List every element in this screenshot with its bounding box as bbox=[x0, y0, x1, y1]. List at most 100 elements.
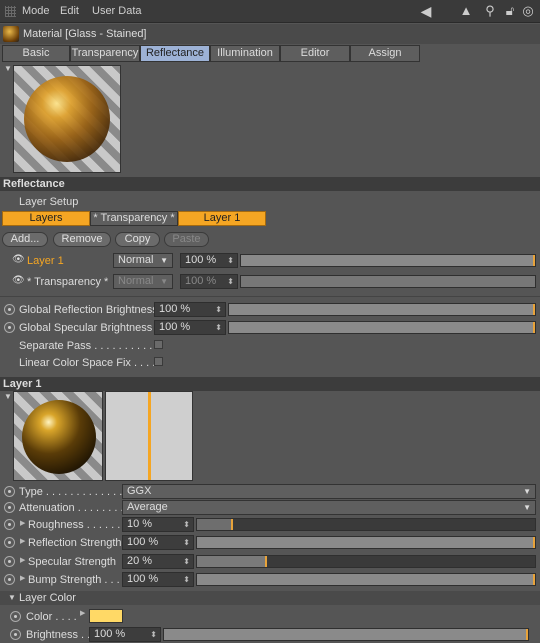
setup-tab-layer1[interactable]: Layer 1 bbox=[178, 211, 266, 226]
setup-tab-layers[interactable]: Layers bbox=[2, 211, 90, 226]
tab-transparency[interactable]: Transparency bbox=[70, 45, 140, 62]
layer-transparency-slider[interactable] bbox=[240, 275, 536, 288]
animate-radio-icon[interactable] bbox=[4, 502, 15, 513]
bump-strength-value: 100 % bbox=[127, 573, 159, 585]
animate-radio-icon[interactable] bbox=[4, 519, 15, 530]
global-reflection-field[interactable]: 100 % ⬍ bbox=[154, 302, 226, 317]
tab-editor[interactable]: Editor bbox=[280, 45, 350, 62]
layer-1-mode-value: Normal bbox=[118, 254, 154, 266]
global-specular-field[interactable]: 100 % ⬍ bbox=[154, 320, 226, 335]
layer-1-slider[interactable] bbox=[240, 254, 536, 267]
layer-1-name[interactable]: Layer 1 bbox=[27, 255, 64, 267]
reflection-strength-slider[interactable] bbox=[196, 536, 536, 549]
slider-handle[interactable] bbox=[264, 556, 267, 567]
layer-color-header-bar[interactable]: ▼ Layer Color bbox=[0, 591, 540, 605]
preview-menu-icon[interactable]: ▼ bbox=[4, 64, 12, 73]
layer-transparency-mode-select[interactable]: Normal ▼ bbox=[113, 274, 173, 289]
expand-arrow-icon[interactable]: ▶ bbox=[20, 519, 25, 527]
stepper-icon[interactable]: ⬍ bbox=[215, 303, 222, 316]
menu-user-data[interactable]: User Data bbox=[92, 5, 142, 17]
preview-menu-icon[interactable]: ▼ bbox=[4, 392, 12, 401]
global-reflection-slider[interactable] bbox=[228, 303, 536, 316]
stepper-icon[interactable]: ⬍ bbox=[227, 254, 234, 267]
animate-radio-icon[interactable] bbox=[4, 537, 15, 548]
attenuation-select[interactable]: Average ▼ bbox=[122, 500, 536, 515]
bump-strength-slider[interactable] bbox=[196, 573, 536, 586]
global-specular-slider[interactable] bbox=[228, 321, 536, 334]
stepper-icon[interactable]: ⬍ bbox=[183, 555, 190, 568]
global-specular-label: Global Specular Brightness bbox=[19, 322, 153, 334]
remove-button[interactable]: Remove bbox=[53, 232, 111, 247]
target-icon[interactable]: ◎ bbox=[520, 3, 536, 19]
stepper-icon[interactable]: ⬍ bbox=[183, 573, 190, 586]
tab-basic[interactable]: Basic bbox=[2, 45, 70, 62]
up-arrow-icon[interactable]: ▲ bbox=[458, 3, 474, 19]
specular-strength-field[interactable]: 20 % ⬍ bbox=[122, 554, 194, 569]
menu-mode[interactable]: Mode bbox=[22, 5, 50, 17]
animate-radio-icon[interactable] bbox=[4, 556, 15, 567]
slider-handle[interactable] bbox=[533, 574, 535, 585]
stepper-icon[interactable]: ⬍ bbox=[183, 536, 190, 549]
reflection-strength-field[interactable]: 100 % ⬍ bbox=[122, 535, 194, 550]
slider-handle[interactable] bbox=[533, 255, 535, 266]
lock-icon[interactable]: 🔓︎ bbox=[502, 3, 518, 19]
animate-radio-icon[interactable] bbox=[4, 322, 15, 333]
expand-arrow-icon[interactable]: ▶ bbox=[20, 537, 25, 545]
eye-icon[interactable]: 👁︎ bbox=[12, 254, 25, 265]
tab-assign[interactable]: Assign bbox=[350, 45, 420, 62]
layer-transparency-value-field[interactable]: 100 % ⬍ bbox=[180, 274, 238, 289]
animate-radio-icon[interactable] bbox=[4, 486, 15, 497]
slider-handle[interactable] bbox=[230, 519, 233, 530]
expand-arrow-icon[interactable]: ▶ bbox=[20, 574, 25, 582]
roughness-slider[interactable] bbox=[196, 518, 536, 531]
slider-handle[interactable] bbox=[533, 322, 535, 333]
layer-1-value: 100 % bbox=[185, 254, 217, 266]
preview-sphere bbox=[24, 76, 110, 162]
stepper-icon[interactable]: ⬍ bbox=[183, 518, 190, 531]
collapse-arrow-icon[interactable]: ▼ bbox=[8, 593, 16, 602]
bump-strength-label: Bump Strength . . . bbox=[28, 574, 120, 586]
layer-1-mode-select[interactable]: Normal ▼ bbox=[113, 253, 173, 268]
type-select[interactable]: GGX ▼ bbox=[122, 484, 536, 499]
panel-grip-icon[interactable] bbox=[5, 6, 16, 17]
paste-button[interactable]: Paste bbox=[164, 232, 209, 247]
layer-1-value-field[interactable]: 100 % ⬍ bbox=[180, 253, 238, 268]
brightness-slider[interactable] bbox=[163, 628, 529, 641]
animate-radio-icon[interactable] bbox=[10, 611, 21, 622]
roughness-value: 10 % bbox=[127, 518, 153, 530]
copy-button[interactable]: Copy bbox=[115, 232, 160, 247]
bump-strength-field[interactable]: 100 % ⬍ bbox=[122, 572, 194, 587]
slider-handle[interactable] bbox=[533, 304, 535, 315]
stepper-icon[interactable]: ⬍ bbox=[150, 628, 157, 641]
stepper-icon[interactable]: ⬍ bbox=[215, 321, 222, 334]
menu-edit[interactable]: Edit bbox=[60, 5, 79, 17]
back-arrow-icon[interactable]: ◀ bbox=[418, 3, 434, 19]
linear-color-fix-label: Linear Color Space Fix . . . . . bbox=[19, 357, 162, 369]
tab-reflectance[interactable]: Reflectance bbox=[140, 45, 210, 62]
add-button[interactable]: Add... bbox=[2, 232, 48, 247]
expand-arrow-icon[interactable]: ▶ bbox=[80, 609, 85, 617]
animate-radio-icon[interactable] bbox=[4, 574, 15, 585]
stepper-icon[interactable]: ⬍ bbox=[227, 275, 234, 288]
material-thumbnail-icon bbox=[3, 26, 19, 42]
specular-strength-slider[interactable] bbox=[196, 555, 536, 568]
separate-pass-checkbox[interactable] bbox=[154, 340, 163, 349]
slider-handle[interactable] bbox=[526, 629, 528, 640]
color-swatch[interactable] bbox=[89, 609, 123, 623]
animate-radio-icon[interactable] bbox=[4, 304, 15, 315]
search-icon[interactable]: ⚲ bbox=[482, 3, 498, 19]
brightness-label: Brightness . . bbox=[26, 629, 91, 641]
linear-color-fix-checkbox[interactable] bbox=[154, 357, 163, 366]
roughness-field[interactable]: 10 % ⬍ bbox=[122, 517, 194, 532]
setup-tab-transparency[interactable]: * Transparency * bbox=[90, 211, 178, 226]
tab-illumination[interactable]: Illumination bbox=[210, 45, 280, 62]
expand-arrow-icon[interactable]: ▶ bbox=[20, 556, 25, 564]
animate-radio-icon[interactable] bbox=[10, 629, 21, 640]
layer-transparency-name[interactable]: * Transparency * bbox=[27, 276, 108, 288]
layer1-header: Layer 1 bbox=[0, 377, 540, 391]
chevron-down-icon: ▼ bbox=[523, 487, 531, 496]
slider-handle[interactable] bbox=[533, 537, 535, 548]
slider-fill bbox=[197, 519, 231, 530]
eye-icon[interactable]: 👁︎ bbox=[12, 275, 25, 286]
brightness-field[interactable]: 100 % ⬍ bbox=[89, 627, 161, 642]
